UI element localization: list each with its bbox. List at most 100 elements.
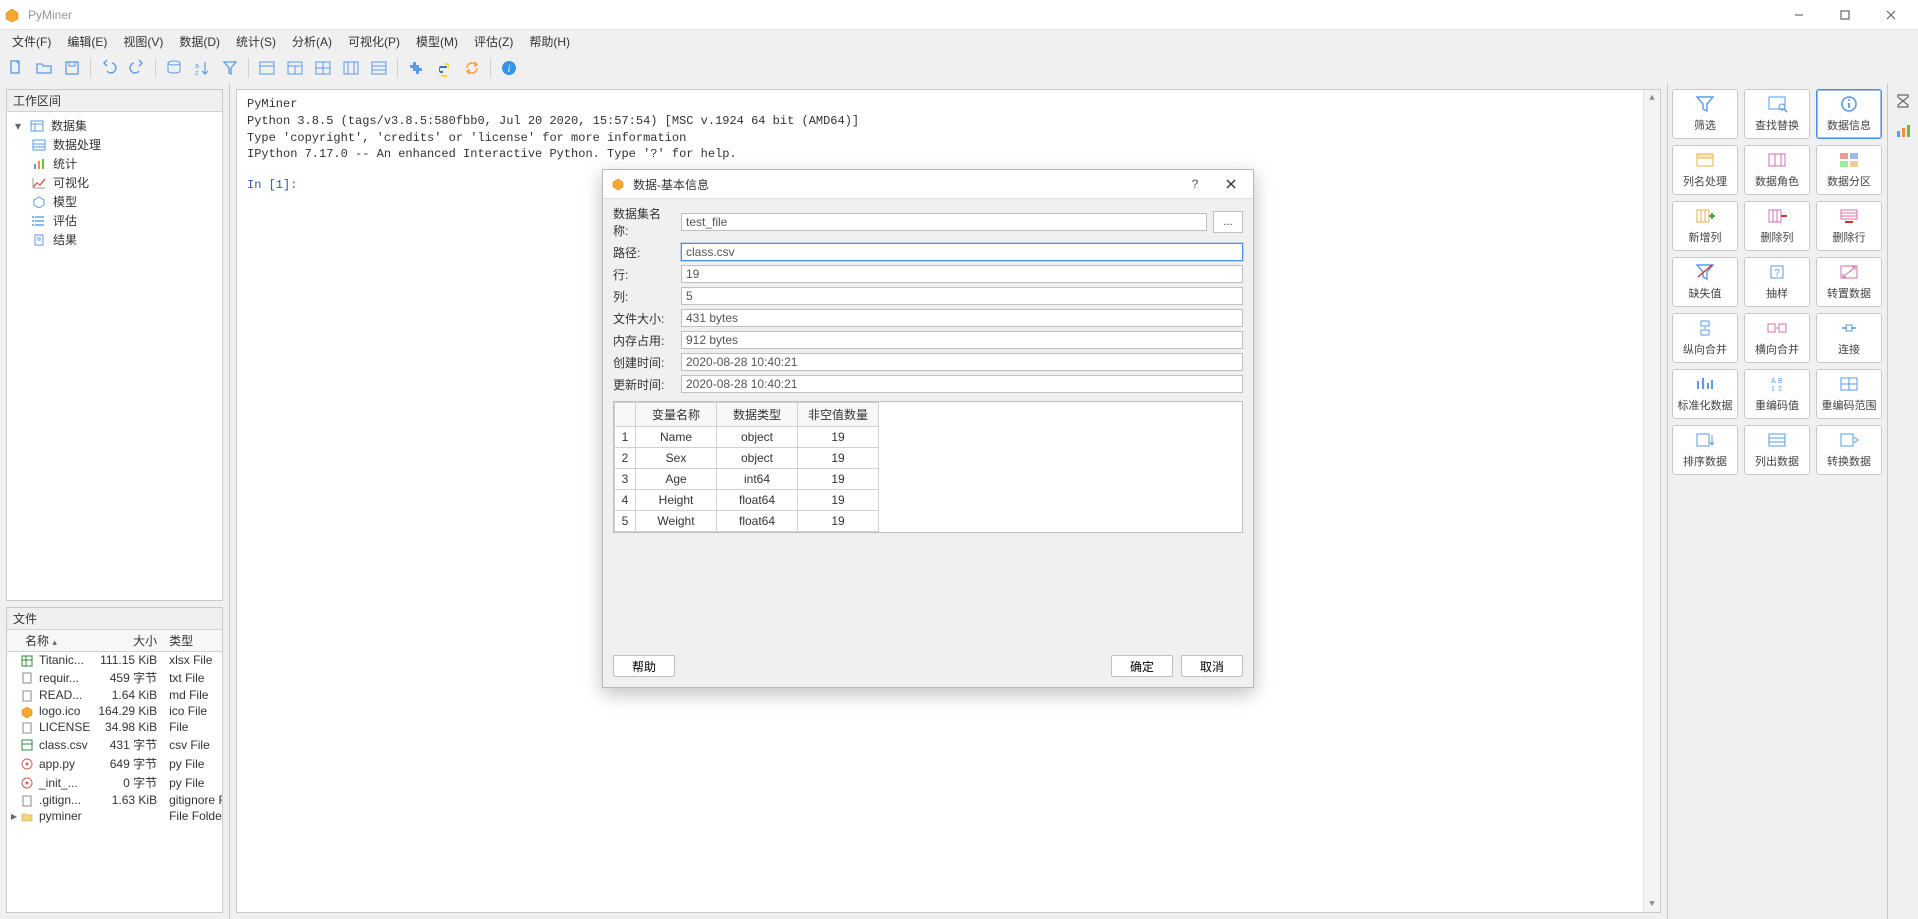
file-type: csv File	[165, 735, 222, 754]
toolbar-plugin-icon[interactable]	[404, 56, 428, 80]
toolbar-python-icon[interactable]	[432, 56, 456, 80]
file-row[interactable]: Titanic...111.15 KiBxlsx File	[7, 652, 222, 669]
window-minimize-button[interactable]	[1776, 0, 1822, 30]
input-dataset-name[interactable]	[681, 213, 1207, 231]
palette-add-col[interactable]: 新增列	[1672, 201, 1738, 251]
palette-sort-data[interactable]: 排序数据	[1672, 425, 1738, 475]
input-updated[interactable]	[681, 375, 1243, 393]
input-rows[interactable]	[681, 265, 1243, 283]
file-row[interactable]: ▸pyminerFile Folder	[7, 808, 222, 824]
workspace-item-results[interactable]: 结果	[9, 230, 220, 249]
file-row[interactable]: requir...459 字节txt File	[7, 668, 222, 687]
input-file-size[interactable]	[681, 309, 1243, 327]
variables-row[interactable]: 3Ageint6419	[615, 469, 879, 490]
menu-analysis[interactable]: 分析(A)	[284, 31, 340, 52]
console-scrollbar[interactable]: ▲ ▼	[1643, 90, 1660, 912]
chevron-down-icon[interactable]: ▾	[13, 119, 23, 133]
workspace-item-model[interactable]: 模型	[9, 192, 220, 211]
dialog-help-footer-button[interactable]: 帮助	[613, 655, 675, 677]
files-col-type[interactable]: 类型	[165, 630, 222, 652]
toolbar-new-icon[interactable]	[4, 56, 28, 80]
toolbar-database-icon[interactable]	[162, 56, 186, 80]
workspace-item-eval[interactable]: 评估	[9, 211, 220, 230]
palette-transform[interactable]: 转换数据	[1816, 425, 1882, 475]
window-close-button[interactable]	[1868, 0, 1914, 30]
toolbar-rows-icon[interactable]	[367, 56, 391, 80]
palette-hmerge[interactable]: 横向合并	[1744, 313, 1810, 363]
toolbar-redo-icon[interactable]	[125, 56, 149, 80]
workspace-item-visual[interactable]: 可视化	[9, 173, 220, 192]
variables-table: 变量名称 数据类型 非空值数量 1Nameobject192Sexobject1…	[613, 401, 1243, 533]
toolbar-save-icon[interactable]	[60, 56, 84, 80]
variables-row[interactable]: 5Weightfloat6419	[615, 511, 879, 532]
menu-data[interactable]: 数据(D)	[171, 31, 228, 52]
dialog-ok-button[interactable]: 确定	[1111, 655, 1173, 677]
browse-button[interactable]: ...	[1213, 211, 1243, 233]
toolbar-open-icon[interactable]	[32, 56, 56, 80]
file-row[interactable]: LICENSE34.98 KiBFile	[7, 719, 222, 735]
variables-row[interactable]: 4Heightfloat6419	[615, 490, 879, 511]
palette-recode-range[interactable]: 重编码范围	[1816, 369, 1882, 419]
palette-data-info[interactable]: 数据信息	[1816, 89, 1882, 139]
file-row[interactable]: class.csv431 字节csv File	[7, 735, 222, 754]
menu-eval[interactable]: 评估(Z)	[466, 31, 521, 52]
dialog-close-button[interactable]	[1217, 170, 1245, 198]
menu-view[interactable]: 视图(V)	[115, 31, 171, 52]
chart-icon[interactable]	[1891, 119, 1915, 143]
scroll-down-icon[interactable]: ▼	[1644, 896, 1660, 912]
menu-stats[interactable]: 统计(S)	[228, 31, 284, 52]
variables-row[interactable]: 2Sexobject19	[615, 448, 879, 469]
toolbar-grid2-icon[interactable]	[339, 56, 363, 80]
file-row[interactable]: _init_...0 字节py File	[7, 773, 222, 792]
palette-sample[interactable]: ?抽样	[1744, 257, 1810, 307]
files-col-name[interactable]: 名称	[11, 634, 49, 648]
file-row[interactable]: READ...1.64 KiBmd File	[7, 687, 222, 703]
label-rows: 行:	[613, 266, 675, 283]
menu-file[interactable]: 文件(F)	[4, 31, 59, 52]
palette-transpose[interactable]: 转置数据	[1816, 257, 1882, 307]
file-row[interactable]: .gitign...1.63 KiBgitignore Fi	[7, 792, 222, 808]
workspace-item-stats[interactable]: 统计	[9, 154, 220, 173]
variables-row[interactable]: 1Nameobject19	[615, 427, 879, 448]
palette-find-replace[interactable]: 查找替换	[1744, 89, 1810, 139]
menu-edit[interactable]: 编辑(E)	[59, 31, 115, 52]
palette-connect[interactable]: 连接	[1816, 313, 1882, 363]
toolbar-refresh-icon[interactable]	[460, 56, 484, 80]
palette-filter[interactable]: 筛选	[1672, 89, 1738, 139]
dialog-help-button[interactable]: ?	[1181, 170, 1209, 198]
palette-missing[interactable]: 缺失值	[1672, 257, 1738, 307]
scroll-up-icon[interactable]: ▲	[1644, 90, 1660, 106]
file-row[interactable]: app.py649 字节py File	[7, 754, 222, 773]
palette-data-partition[interactable]: 数据分区	[1816, 145, 1882, 195]
dialog-cancel-button[interactable]: 取消	[1181, 655, 1243, 677]
toolbar-filter-icon[interactable]	[218, 56, 242, 80]
toolbar-template2-icon[interactable]	[283, 56, 307, 80]
input-path[interactable]	[681, 243, 1243, 261]
window-maximize-button[interactable]	[1822, 0, 1868, 30]
palette-label: 筛选	[1694, 117, 1716, 133]
files-col-size[interactable]: 大小	[94, 630, 165, 652]
file-row[interactable]: logo.ico164.29 KiBico File	[7, 703, 222, 719]
menu-model[interactable]: 模型(M)	[408, 31, 466, 52]
toolbar-info-icon[interactable]: i	[497, 56, 521, 80]
input-created[interactable]	[681, 353, 1243, 371]
toolbar-grid-icon[interactable]	[311, 56, 335, 80]
palette-del-row[interactable]: 删除行	[1816, 201, 1882, 251]
sigma-icon[interactable]	[1891, 89, 1915, 113]
toolbar-template1-icon[interactable]	[255, 56, 279, 80]
palette-standardize[interactable]: 标准化数据	[1672, 369, 1738, 419]
menu-visual[interactable]: 可视化(P)	[340, 31, 408, 52]
toolbar-undo-icon[interactable]	[97, 56, 121, 80]
workspace-root[interactable]: ▾ 数据集	[9, 116, 220, 135]
palette-col-name[interactable]: 列名处理	[1672, 145, 1738, 195]
palette-del-col[interactable]: 删除列	[1744, 201, 1810, 251]
menu-help[interactable]: 帮助(H)	[521, 31, 578, 52]
toolbar-sort-icon[interactable]: az	[190, 56, 214, 80]
workspace-item-processing[interactable]: 数据处理	[9, 135, 220, 154]
input-mem-usage[interactable]	[681, 331, 1243, 349]
palette-vmerge[interactable]: 纵向合并	[1672, 313, 1738, 363]
palette-data-role[interactable]: 数据角色	[1744, 145, 1810, 195]
palette-list-data[interactable]: 列出数据	[1744, 425, 1810, 475]
palette-recode-val[interactable]: AB12重编码值	[1744, 369, 1810, 419]
input-cols[interactable]	[681, 287, 1243, 305]
